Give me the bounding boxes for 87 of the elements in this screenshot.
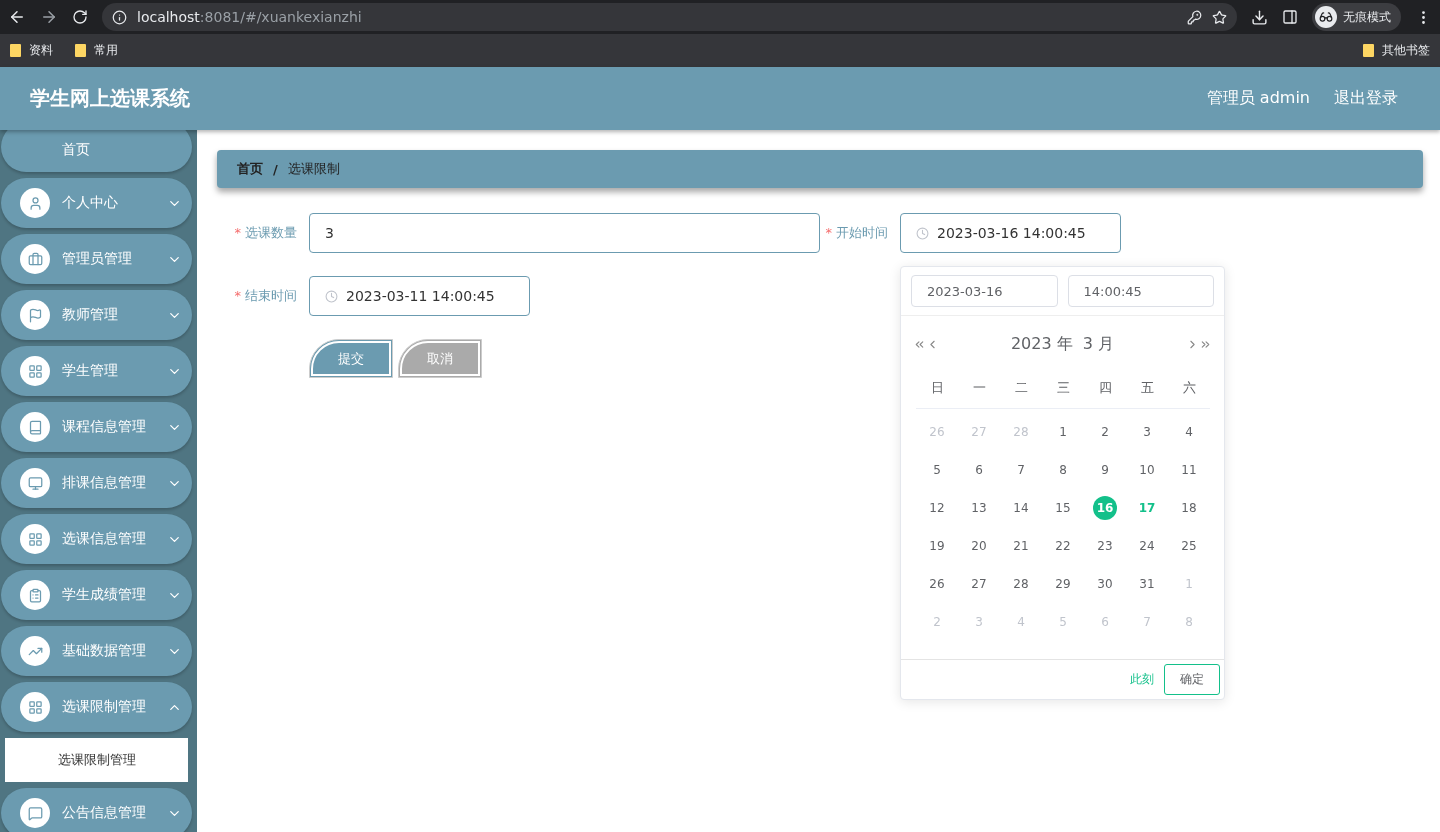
flag-icon — [20, 300, 50, 330]
calendar-day[interactable]: 14 — [1009, 496, 1033, 520]
address-bar[interactable]: localhost:8081/#/xuankexianzhi — [102, 3, 1237, 31]
required-mark: * — [234, 288, 241, 303]
datetime-field[interactable]: 2023-03-16 14:00:45 — [900, 213, 1121, 253]
url-text: localhost:8081/#/xuankexianzhi — [137, 9, 362, 25]
weekday-label: 一 — [958, 367, 1000, 409]
calendar-day[interactable]: 29 — [1051, 572, 1075, 596]
folder-icon — [10, 44, 21, 57]
app-title: 学生网上选课系统 — [30, 85, 190, 112]
calendar-day[interactable]: 30 — [1093, 572, 1117, 596]
download-icon[interactable] — [1251, 8, 1268, 26]
field-label: 开始时间 — [836, 225, 888, 240]
calendar-day[interactable]: 6 — [967, 458, 991, 482]
forward-icon[interactable] — [40, 8, 58, 26]
grid-icon — [20, 692, 50, 722]
back-icon[interactable] — [8, 8, 26, 26]
required-mark: * — [234, 225, 241, 240]
weekday-label: 三 — [1042, 367, 1084, 409]
calendar-day[interactable]: 27 — [967, 572, 991, 596]
calendar-day[interactable]: 19 — [925, 534, 949, 558]
incognito-icon — [1319, 10, 1333, 24]
message-icon — [20, 798, 50, 828]
calendar-day[interactable]: 3 — [1135, 420, 1159, 444]
confirm-button[interactable]: 确定 — [1164, 664, 1220, 695]
field-label: 选课数量 — [245, 225, 297, 240]
calendar-day[interactable]: 8 — [1051, 458, 1075, 482]
bookmark[interactable]: 资料 — [10, 42, 53, 59]
calendar-day[interactable]: 9 — [1093, 458, 1117, 482]
submenu-item[interactable]: 选课限制管理 — [5, 738, 188, 782]
weekday-label: 五 — [1126, 367, 1168, 409]
calendar-day[interactable]: 23 — [1093, 534, 1117, 558]
previous-year-icon[interactable] — [913, 338, 926, 351]
reload-icon[interactable] — [72, 9, 88, 25]
folder-icon — [1363, 44, 1374, 57]
user-icon — [20, 188, 50, 218]
next-year-icon[interactable] — [1199, 338, 1212, 351]
date-input[interactable]: 2023-03-16 — [911, 275, 1058, 307]
book-icon — [20, 412, 50, 442]
time-input[interactable]: 14:00:45 — [1067, 275, 1214, 307]
calendar-day[interactable]: 7 — [1009, 458, 1033, 482]
profile-button[interactable]: 无痕模式 — [1312, 3, 1401, 31]
clock-icon — [916, 226, 929, 240]
calendar-day[interactable]: 1 — [1051, 420, 1075, 444]
grid-icon — [20, 524, 50, 554]
side-panel-icon[interactable] — [1282, 9, 1298, 25]
calendar-day[interactable]: 25 — [1177, 534, 1201, 558]
calendar-day[interactable]: 24 — [1135, 534, 1159, 558]
calendar-day[interactable]: 11 — [1177, 458, 1201, 482]
breadcrumb-separator: / — [273, 161, 278, 177]
clipboard-icon — [20, 580, 50, 610]
calendar-day[interactable]: 2 — [1093, 420, 1117, 444]
bookmark[interactable]: 其他书签 — [1363, 42, 1430, 59]
grid-icon — [20, 356, 50, 386]
calendar-day[interactable]: 15 — [1051, 496, 1075, 520]
weekday-label: 二 — [1000, 367, 1042, 409]
key-icon[interactable] — [1187, 9, 1202, 25]
calendar-day[interactable]: 20 — [967, 534, 991, 558]
required-mark: * — [825, 225, 832, 240]
briefcase-icon — [20, 244, 50, 274]
calendar-day[interactable]: 5 — [925, 458, 949, 482]
calendar-day[interactable]: 18 — [1177, 496, 1201, 520]
month-title: 2023 年 3 月 — [1009, 334, 1116, 355]
weekday-label: 四 — [1084, 367, 1126, 409]
weekday-label: 日 — [916, 367, 958, 409]
bookmark-star-icon[interactable] — [1212, 9, 1227, 25]
bookmark[interactable]: 常用 — [75, 42, 118, 59]
clock-icon — [325, 289, 338, 303]
folder-icon — [75, 44, 86, 57]
calendar-day[interactable]: 31 — [1135, 572, 1159, 596]
monitor-icon — [20, 468, 50, 498]
input-field[interactable]: 3 — [309, 213, 820, 253]
user-label: 管理员 admin — [1206, 88, 1310, 109]
calendar-day[interactable]: 13 — [967, 496, 991, 520]
info-icon — [112, 9, 127, 25]
calendar-day[interactable]: 10 — [1135, 458, 1159, 482]
chart-icon — [20, 636, 50, 666]
calendar-day[interactable]: 12 — [925, 496, 949, 520]
breadcrumb-link[interactable]: 首页 — [237, 160, 263, 178]
calendar-day[interactable]: 21 — [1009, 534, 1033, 558]
calendar-day[interactable]: 26 — [925, 572, 949, 596]
field-label: 结束时间 — [245, 288, 297, 303]
weekday-label: 六 — [1168, 367, 1210, 409]
calendar-day[interactable]: 28 — [1009, 572, 1033, 596]
calendar-day[interactable]: 4 — [1177, 420, 1201, 444]
calendar-day[interactable]: 22 — [1051, 534, 1075, 558]
datetime-field[interactable]: 2023-03-11 14:00:45 — [309, 276, 530, 316]
